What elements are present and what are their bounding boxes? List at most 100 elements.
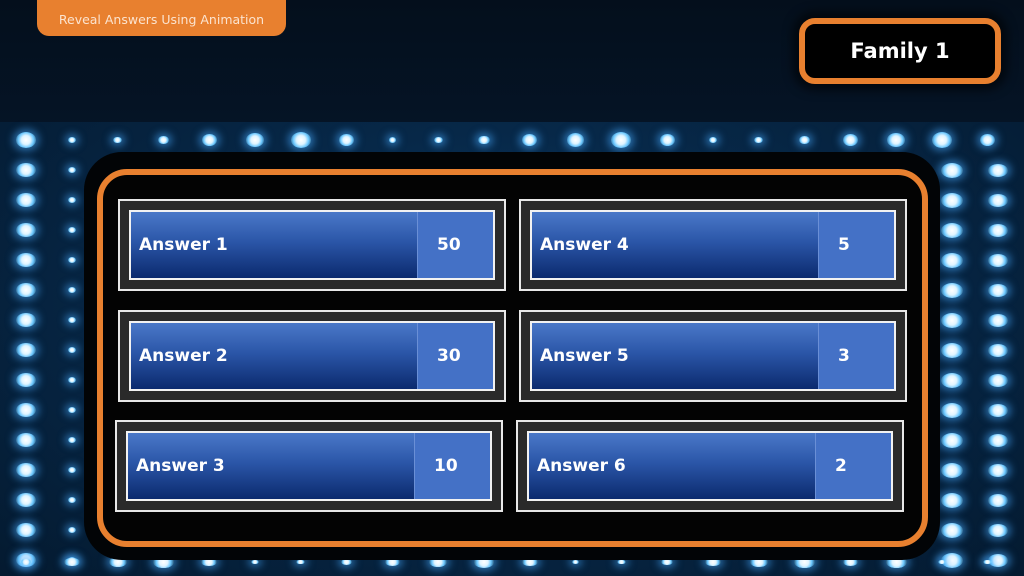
answer-points: 10 [414,433,490,499]
stage-light-icon [16,373,36,387]
answer-points: 3 [818,323,894,389]
answer-slot-5[interactable]: Answer 5 3 [519,310,907,402]
answer-label: Answer 1 [139,235,228,255]
stage-light-icon [68,497,76,503]
answer-label: Answer 2 [139,346,228,366]
stage-light-icon [522,134,538,146]
stage-light-icon [941,342,963,358]
stage-light-icon [16,132,36,148]
answer-tile[interactable]: Answer 2 30 [129,321,495,391]
stage-light-icon [566,133,585,147]
slide-title: Reveal Answers Using Animation [58,12,265,27]
stage-light-icon [113,136,122,144]
stage-light-icon [68,527,76,533]
stage-light-icon [68,437,76,443]
stage-light-icon [16,433,36,447]
stage-light-icon [68,197,76,203]
answer-points: 2 [815,433,891,499]
stage-light-icon [988,193,1008,207]
stage-light-icon [988,253,1008,267]
slide-title-tab: Reveal Answers Using Animation [37,0,286,36]
stage-light-icon [68,317,76,323]
stage-light-icon [16,253,36,267]
stage-light-icon [16,403,36,417]
stage-light-icon [659,134,675,146]
stage-light-icon [388,137,397,143]
stage-light-icon [339,134,355,146]
stage-light-icon [988,523,1008,537]
answer-label: Answer 3 [136,456,225,476]
stage-light-icon [754,136,764,144]
stage-light-icon [157,135,170,145]
stage-light-icon [290,132,311,148]
stage-light-icon [571,559,580,565]
stage-light-icon [251,559,259,565]
team-name: Family 1 [850,39,950,63]
stage-light-icon [988,463,1008,477]
stage-light-icon [246,133,264,147]
answer-tile[interactable]: Answer 4 5 [530,210,896,280]
stage-light-icon [988,313,1008,327]
stage-light-icon [16,313,36,327]
stage-light-icon [941,222,963,238]
stage-light-icon [201,134,217,146]
stage-light-icon [941,312,963,328]
stage-light-icon [68,257,76,263]
stage-light-icon [941,192,963,208]
stage-light-icon [20,558,32,566]
stage-light-icon [988,433,1008,447]
answer-points: 5 [818,212,894,278]
answer-slot-6[interactable]: Answer 6 2 [516,420,904,512]
stage-light-icon [68,227,76,233]
answer-slot-2[interactable]: Answer 2 30 [118,310,506,402]
stage-light-icon [932,132,952,148]
answer-points: 50 [417,212,493,278]
stage-light-icon [16,463,36,477]
stage-light-icon [941,252,963,268]
answer-tile[interactable]: Answer 6 2 [527,431,893,501]
stage-light-icon [68,287,76,293]
stage-light-icon [68,407,76,413]
stage-light-icon [611,132,632,148]
stage-light-icon [616,559,626,565]
answer-tile[interactable]: Answer 3 10 [126,431,492,501]
answer-slot-3[interactable]: Answer 3 10 [115,420,503,512]
stage-light-icon [988,403,1008,417]
stage-light-icon [709,137,717,143]
answer-label: Answer 6 [537,456,626,476]
stage-light-icon [941,432,963,448]
stage-light-icon [16,283,36,297]
stage-light-icon [68,167,76,173]
stage-light-icon [941,402,963,418]
stage-light-icon [938,559,946,565]
stage-light-icon [980,134,996,146]
stage-light-icon [16,343,36,357]
answer-tile[interactable]: Answer 5 3 [530,321,896,391]
stage-light-icon [68,347,76,353]
stage-light-icon [64,557,80,567]
stage-light-icon [988,373,1008,387]
stage-light-icon [988,283,1008,297]
stage-light-icon [941,492,963,508]
stage-light-icon [68,467,76,473]
answer-slot-1[interactable]: Answer 1 50 [118,199,506,291]
stage-light-icon [842,134,858,146]
stage-light-icon [16,163,36,177]
team-badge[interactable]: Family 1 [799,18,1001,84]
stage-light-icon [941,372,963,388]
answer-slot-4[interactable]: Answer 4 5 [519,199,907,291]
stage-light-icon [941,522,963,538]
answer-label: Answer 5 [540,346,629,366]
stage-light-icon [16,223,36,237]
stage-light-icon [16,193,36,207]
stage-light-icon [478,135,490,145]
stage-light-icon [16,493,36,507]
stage-light-icon [296,559,306,565]
stage-light-icon [16,523,36,537]
answer-points: 30 [417,323,493,389]
answer-label: Answer 4 [540,235,629,255]
answer-tile[interactable]: Answer 1 50 [129,210,495,280]
stage-light-icon [798,135,811,145]
stage-light-icon [988,493,1008,507]
stage-light-icon [433,136,443,144]
